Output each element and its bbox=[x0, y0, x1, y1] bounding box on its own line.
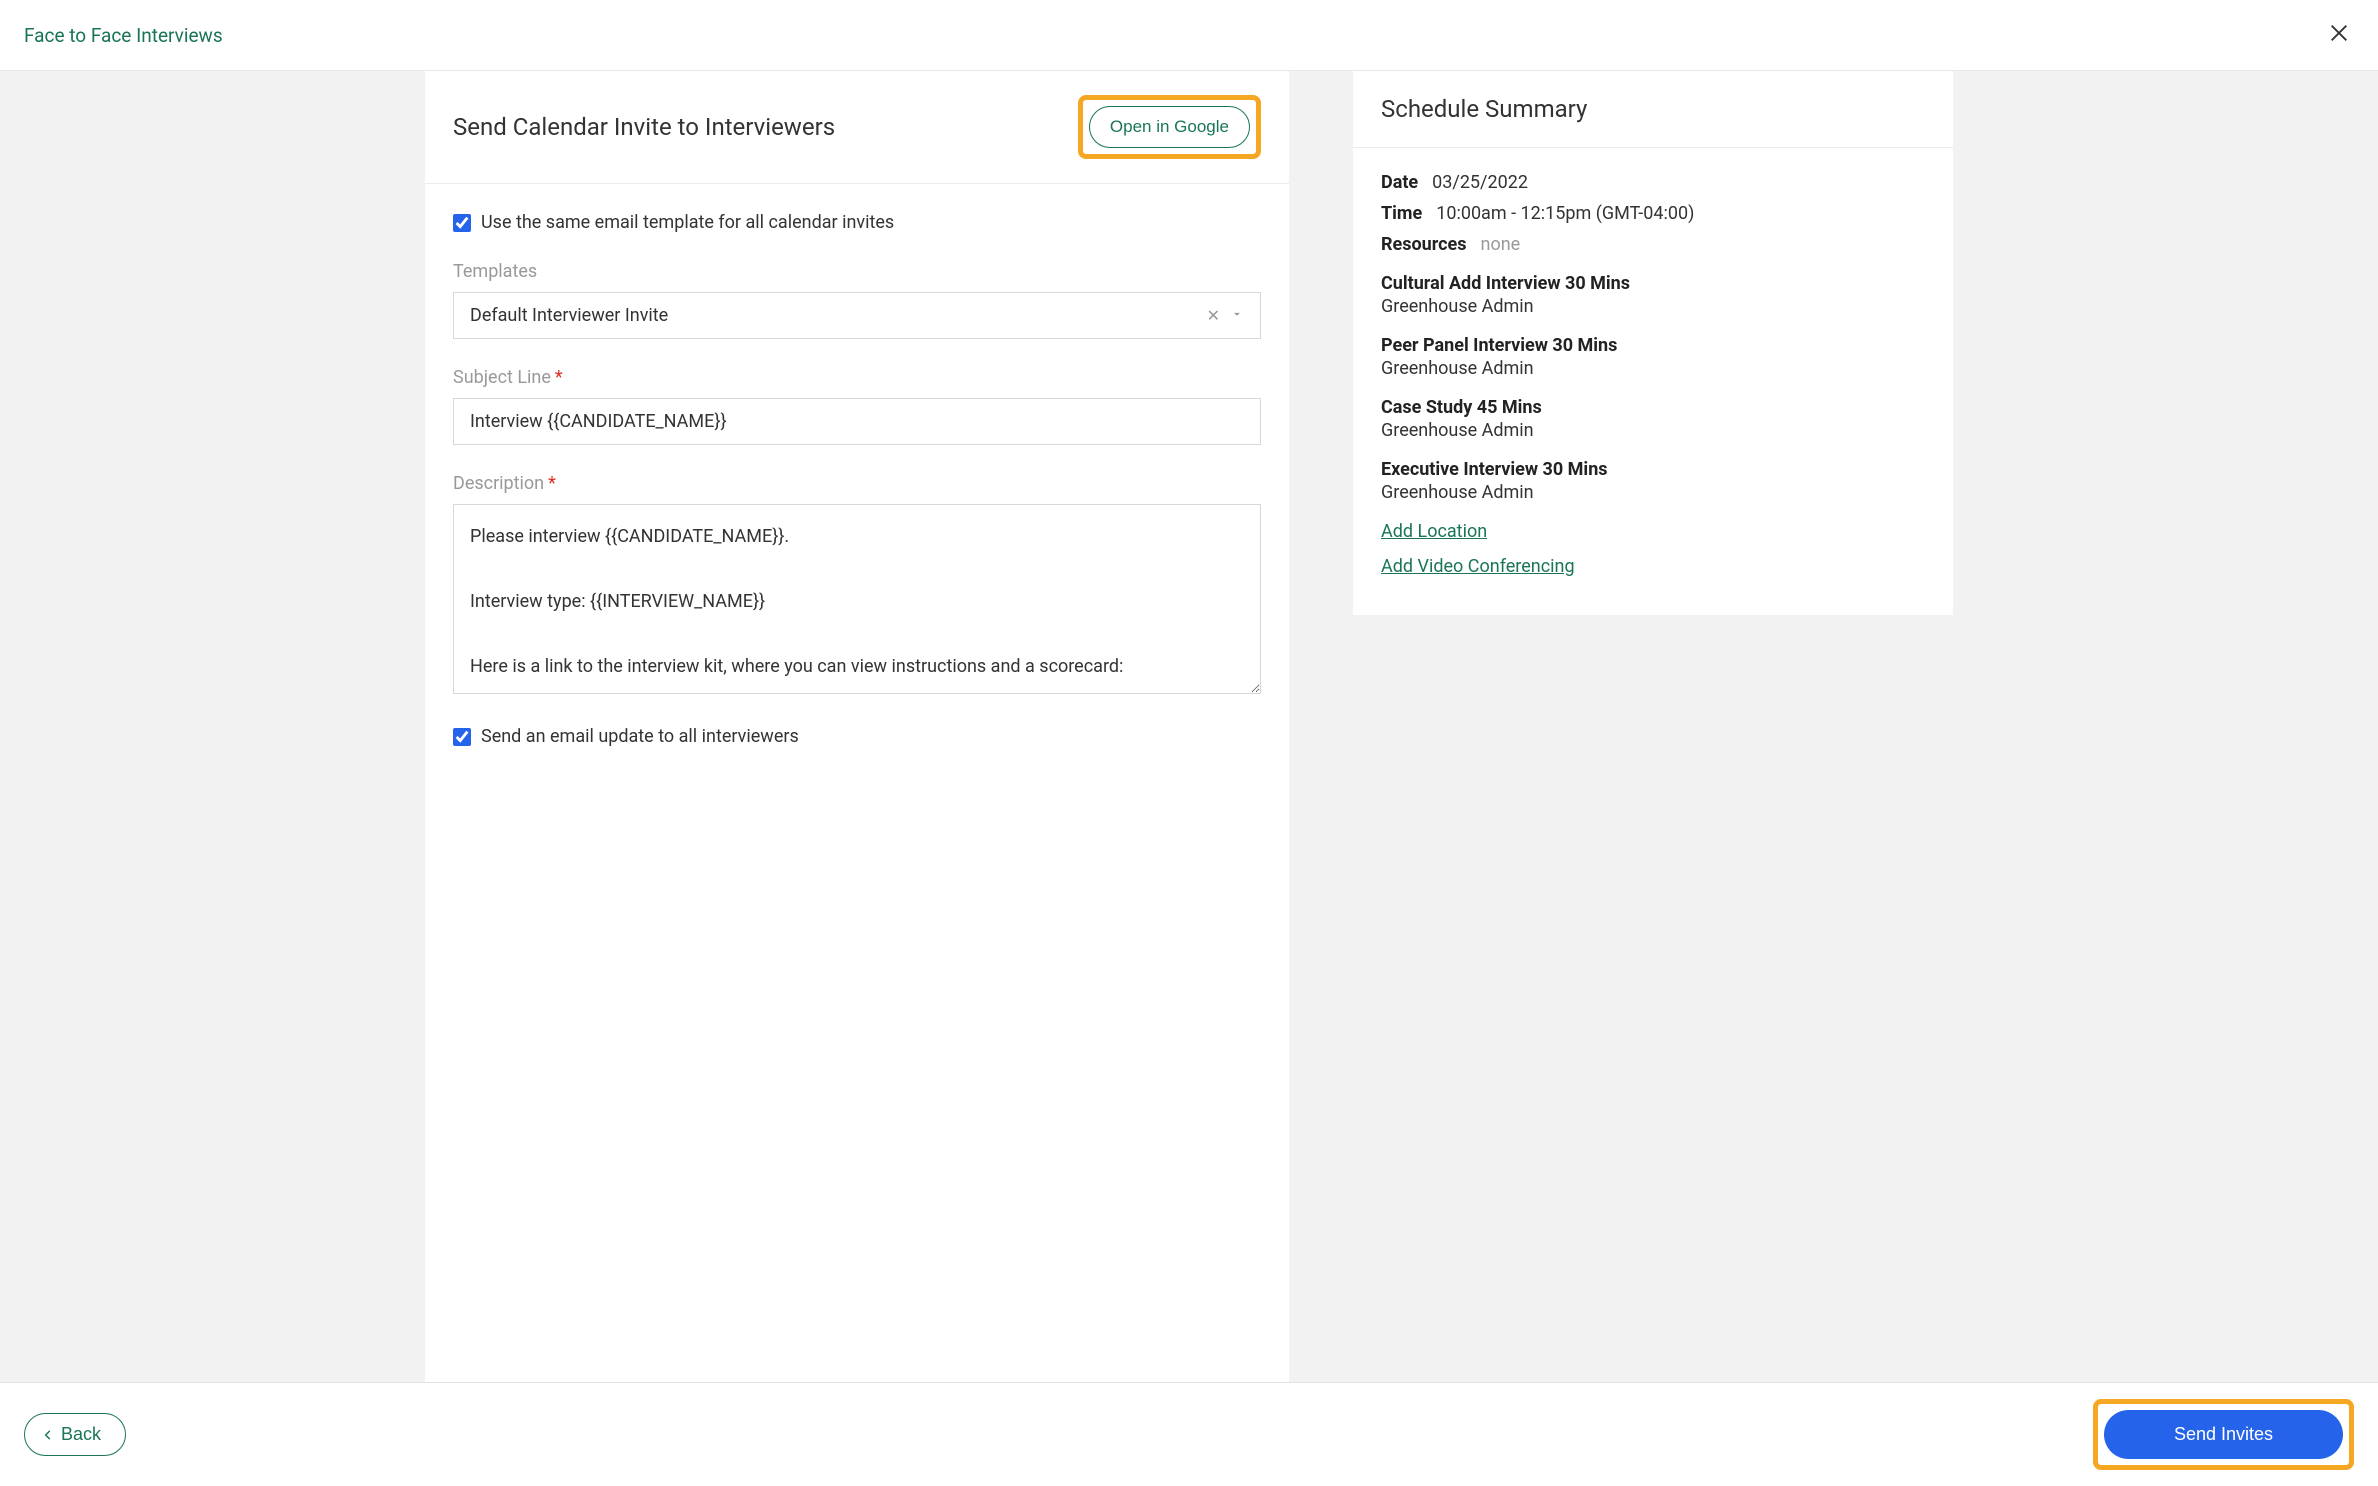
same-template-checkbox[interactable] bbox=[453, 214, 471, 232]
main-container: Send Calendar Invite to Interviewers Ope… bbox=[0, 71, 2378, 1425]
subject-label: Subject Line* bbox=[453, 367, 1261, 388]
summary-item: Case Study 45 Mins Greenhouse Admin bbox=[1381, 397, 1925, 441]
summary-item-title: Cultural Add Interview 30 Mins bbox=[1381, 273, 1925, 294]
description-label: Description* bbox=[453, 473, 1261, 494]
close-button[interactable] bbox=[2324, 18, 2354, 52]
clear-icon[interactable]: ✕ bbox=[1207, 306, 1220, 325]
summary-date-row: Date 03/25/2022 bbox=[1381, 172, 1925, 193]
summary-header: Schedule Summary bbox=[1353, 71, 1953, 148]
summary-item: Executive Interview 30 Mins Greenhouse A… bbox=[1381, 459, 1925, 503]
summary-item-title: Peer Panel Interview 30 Mins bbox=[1381, 335, 1925, 356]
subject-label-text: Subject Line bbox=[453, 367, 551, 388]
templates-label: Templates bbox=[453, 261, 1261, 282]
select-controls: ✕ bbox=[1207, 305, 1244, 326]
summary-title: Schedule Summary bbox=[1381, 95, 1925, 123]
summary-items: Cultural Add Interview 30 Mins Greenhous… bbox=[1381, 273, 1925, 503]
template-selected-value: Default Interviewer Invite bbox=[470, 305, 668, 326]
send-email-update-checkbox[interactable] bbox=[453, 728, 471, 746]
summary-date-value: 03/25/2022 bbox=[1432, 172, 1528, 193]
summary-item-sub: Greenhouse Admin bbox=[1381, 482, 1925, 503]
page-title: Face to Face Interviews bbox=[24, 24, 223, 47]
back-button[interactable]: Back bbox=[24, 1413, 126, 1456]
required-asterisk: * bbox=[555, 367, 563, 388]
summary-resources-row: Resources none bbox=[1381, 234, 1925, 255]
summary-item: Peer Panel Interview 30 Mins Greenhouse … bbox=[1381, 335, 1925, 379]
subject-input[interactable] bbox=[453, 398, 1261, 445]
schedule-summary-panel: Schedule Summary Date 03/25/2022 Time 10… bbox=[1353, 71, 1953, 615]
summary-item-sub: Greenhouse Admin bbox=[1381, 420, 1925, 441]
invite-panel-header: Send Calendar Invite to Interviewers Ope… bbox=[425, 71, 1289, 184]
invite-panel-body: Use the same email template for all cale… bbox=[425, 184, 1289, 775]
open-in-google-button[interactable]: Open in Google bbox=[1089, 106, 1250, 148]
summary-item: Cultural Add Interview 30 Mins Greenhous… bbox=[1381, 273, 1925, 317]
send-email-update-label: Send an email update to all interviewers bbox=[481, 726, 799, 747]
summary-item-title: Executive Interview 30 Mins bbox=[1381, 459, 1925, 480]
summary-time-row: Time 10:00am - 12:15pm (GMT-04:00) bbox=[1381, 203, 1925, 224]
description-textarea[interactable] bbox=[453, 504, 1261, 694]
back-button-label: Back bbox=[61, 1424, 101, 1445]
summary-item-title: Case Study 45 Mins bbox=[1381, 397, 1925, 418]
page-header: Face to Face Interviews bbox=[0, 0, 2378, 71]
template-select[interactable]: Default Interviewer Invite ✕ bbox=[453, 292, 1261, 339]
summary-resources-label: Resources bbox=[1381, 234, 1467, 255]
close-icon bbox=[2328, 22, 2350, 44]
invite-panel-title: Send Calendar Invite to Interviewers bbox=[453, 113, 835, 141]
chevron-left-icon bbox=[41, 1428, 55, 1442]
same-template-row: Use the same email template for all cale… bbox=[453, 212, 1261, 233]
send-invites-highlight: Send Invites bbox=[2093, 1399, 2354, 1470]
add-location-link[interactable]: Add Location bbox=[1381, 521, 1925, 542]
send-invites-button[interactable]: Send Invites bbox=[2104, 1410, 2343, 1459]
summary-time-label: Time bbox=[1381, 203, 1422, 224]
same-template-label: Use the same email template for all cale… bbox=[481, 212, 894, 233]
required-asterisk: * bbox=[548, 473, 556, 494]
chevron-down-icon bbox=[1230, 305, 1244, 326]
open-google-highlight: Open in Google bbox=[1078, 95, 1261, 159]
summary-body: Date 03/25/2022 Time 10:00am - 12:15pm (… bbox=[1353, 148, 1953, 615]
summary-item-sub: Greenhouse Admin bbox=[1381, 358, 1925, 379]
footer-bar: Back Send Invites bbox=[0, 1382, 2378, 1486]
content-wrapper: Send Calendar Invite to Interviewers Ope… bbox=[209, 71, 2169, 1425]
summary-date-label: Date bbox=[1381, 172, 1418, 193]
invite-panel: Send Calendar Invite to Interviewers Ope… bbox=[425, 71, 1289, 1425]
add-video-conferencing-link[interactable]: Add Video Conferencing bbox=[1381, 556, 1925, 577]
summary-resources-value: none bbox=[1481, 234, 1521, 255]
description-label-text: Description bbox=[453, 473, 544, 494]
send-email-update-row: Send an email update to all interviewers bbox=[453, 726, 1261, 747]
summary-time-value: 10:00am - 12:15pm (GMT-04:00) bbox=[1436, 203, 1694, 224]
summary-item-sub: Greenhouse Admin bbox=[1381, 296, 1925, 317]
